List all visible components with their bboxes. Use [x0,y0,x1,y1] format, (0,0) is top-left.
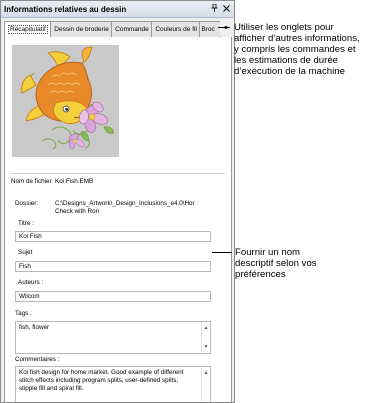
comments-scrollbar[interactable]: ▲ [201,367,210,402]
callout-line: afficher d’autres informations, [234,33,360,44]
callout-line: descriptif selon vos [235,258,317,269]
tags-value: fish, flower [19,324,50,331]
authors-input[interactable]: Wilcom [15,291,211,302]
divider [11,173,225,174]
tab-more[interactable]: Broc [199,21,222,37]
design-preview [12,45,119,157]
callout-line: les estimations de durée [234,55,338,66]
subject-label: Sujet [18,249,33,256]
scroll-arrows-icon[interactable]: ◂▸ [220,21,232,36]
filename-value: Koi Fish.EMB [55,178,94,185]
close-icon[interactable] [222,4,231,14]
tabs-callout: Utiliser les onglets pour afficher d’aut… [234,22,360,77]
subject-input[interactable]: Fish [15,261,211,272]
scroll-up-icon[interactable]: ▲ [202,369,210,377]
filename-label: Nom de fichier [11,178,52,185]
panel-titlebar: Informations relatives au dessin [1,1,234,18]
comments-line: stitch effects including program splits,… [19,377,179,384]
folder-label: Dossier: [15,200,39,207]
tab-order[interactable]: Commande [111,21,153,37]
pin-icon[interactable] [210,3,219,14]
name-leader-line [212,252,232,253]
comments-line: stipple fill and spiral fill. [19,385,84,392]
comments-line: Koi fish design for home market. Good ex… [19,369,184,376]
tab-summary-label: Récapitulatif [8,25,48,34]
tab-thread-colors[interactable]: Couleurs de fil [151,21,201,37]
tab-summary[interactable]: Récapitulatif [4,21,52,38]
folder-value-line1: C:\Designs_Artwork\_Design_Inclusions_e4… [55,200,195,207]
tags-label: Tags : [15,310,32,317]
callout-line: Utiliser les onglets pour [234,22,334,33]
tab-strip: Récapitulatif Dessin de broderie Command… [4,21,232,38]
design-info-panel: Informations relatives au dessin Récapit… [0,0,235,403]
title-input[interactable]: Koi Fish [15,231,211,242]
summary-content: Nom de fichier Koi Fish.EMB Dossier: C:\… [4,37,232,402]
scroll-up-icon[interactable]: ▲ [202,324,210,332]
callout-line: Fournir un nom [235,247,301,258]
folder-value-line2: Check with Ron [55,208,100,215]
comments-textarea[interactable]: Koi fish design for home market. Good ex… [15,366,211,402]
name-callout: Fournir un nom descriptif selon vos préf… [235,247,317,280]
tabs-leader-line [218,27,230,28]
callout-line: d’exécution de la machine [234,66,345,77]
scroll-down-icon[interactable]: ▼ [202,343,210,351]
tags-textarea[interactable]: fish, flower ▲ ▼ [15,321,211,354]
callout-line: préférences [235,269,286,280]
tab-embroidery-design[interactable]: Dessin de broderie [50,21,113,37]
koi-fish-image [21,46,115,150]
panel-title: Informations relatives au dessin [4,4,127,14]
tags-scrollbar[interactable]: ▲ ▼ [201,322,210,353]
callout-line: y compris les commandes et [234,44,356,55]
authors-label: Auteurs : [18,279,44,286]
comments-label: Commentaires : [15,356,60,363]
title-label: Titre : [18,220,34,227]
